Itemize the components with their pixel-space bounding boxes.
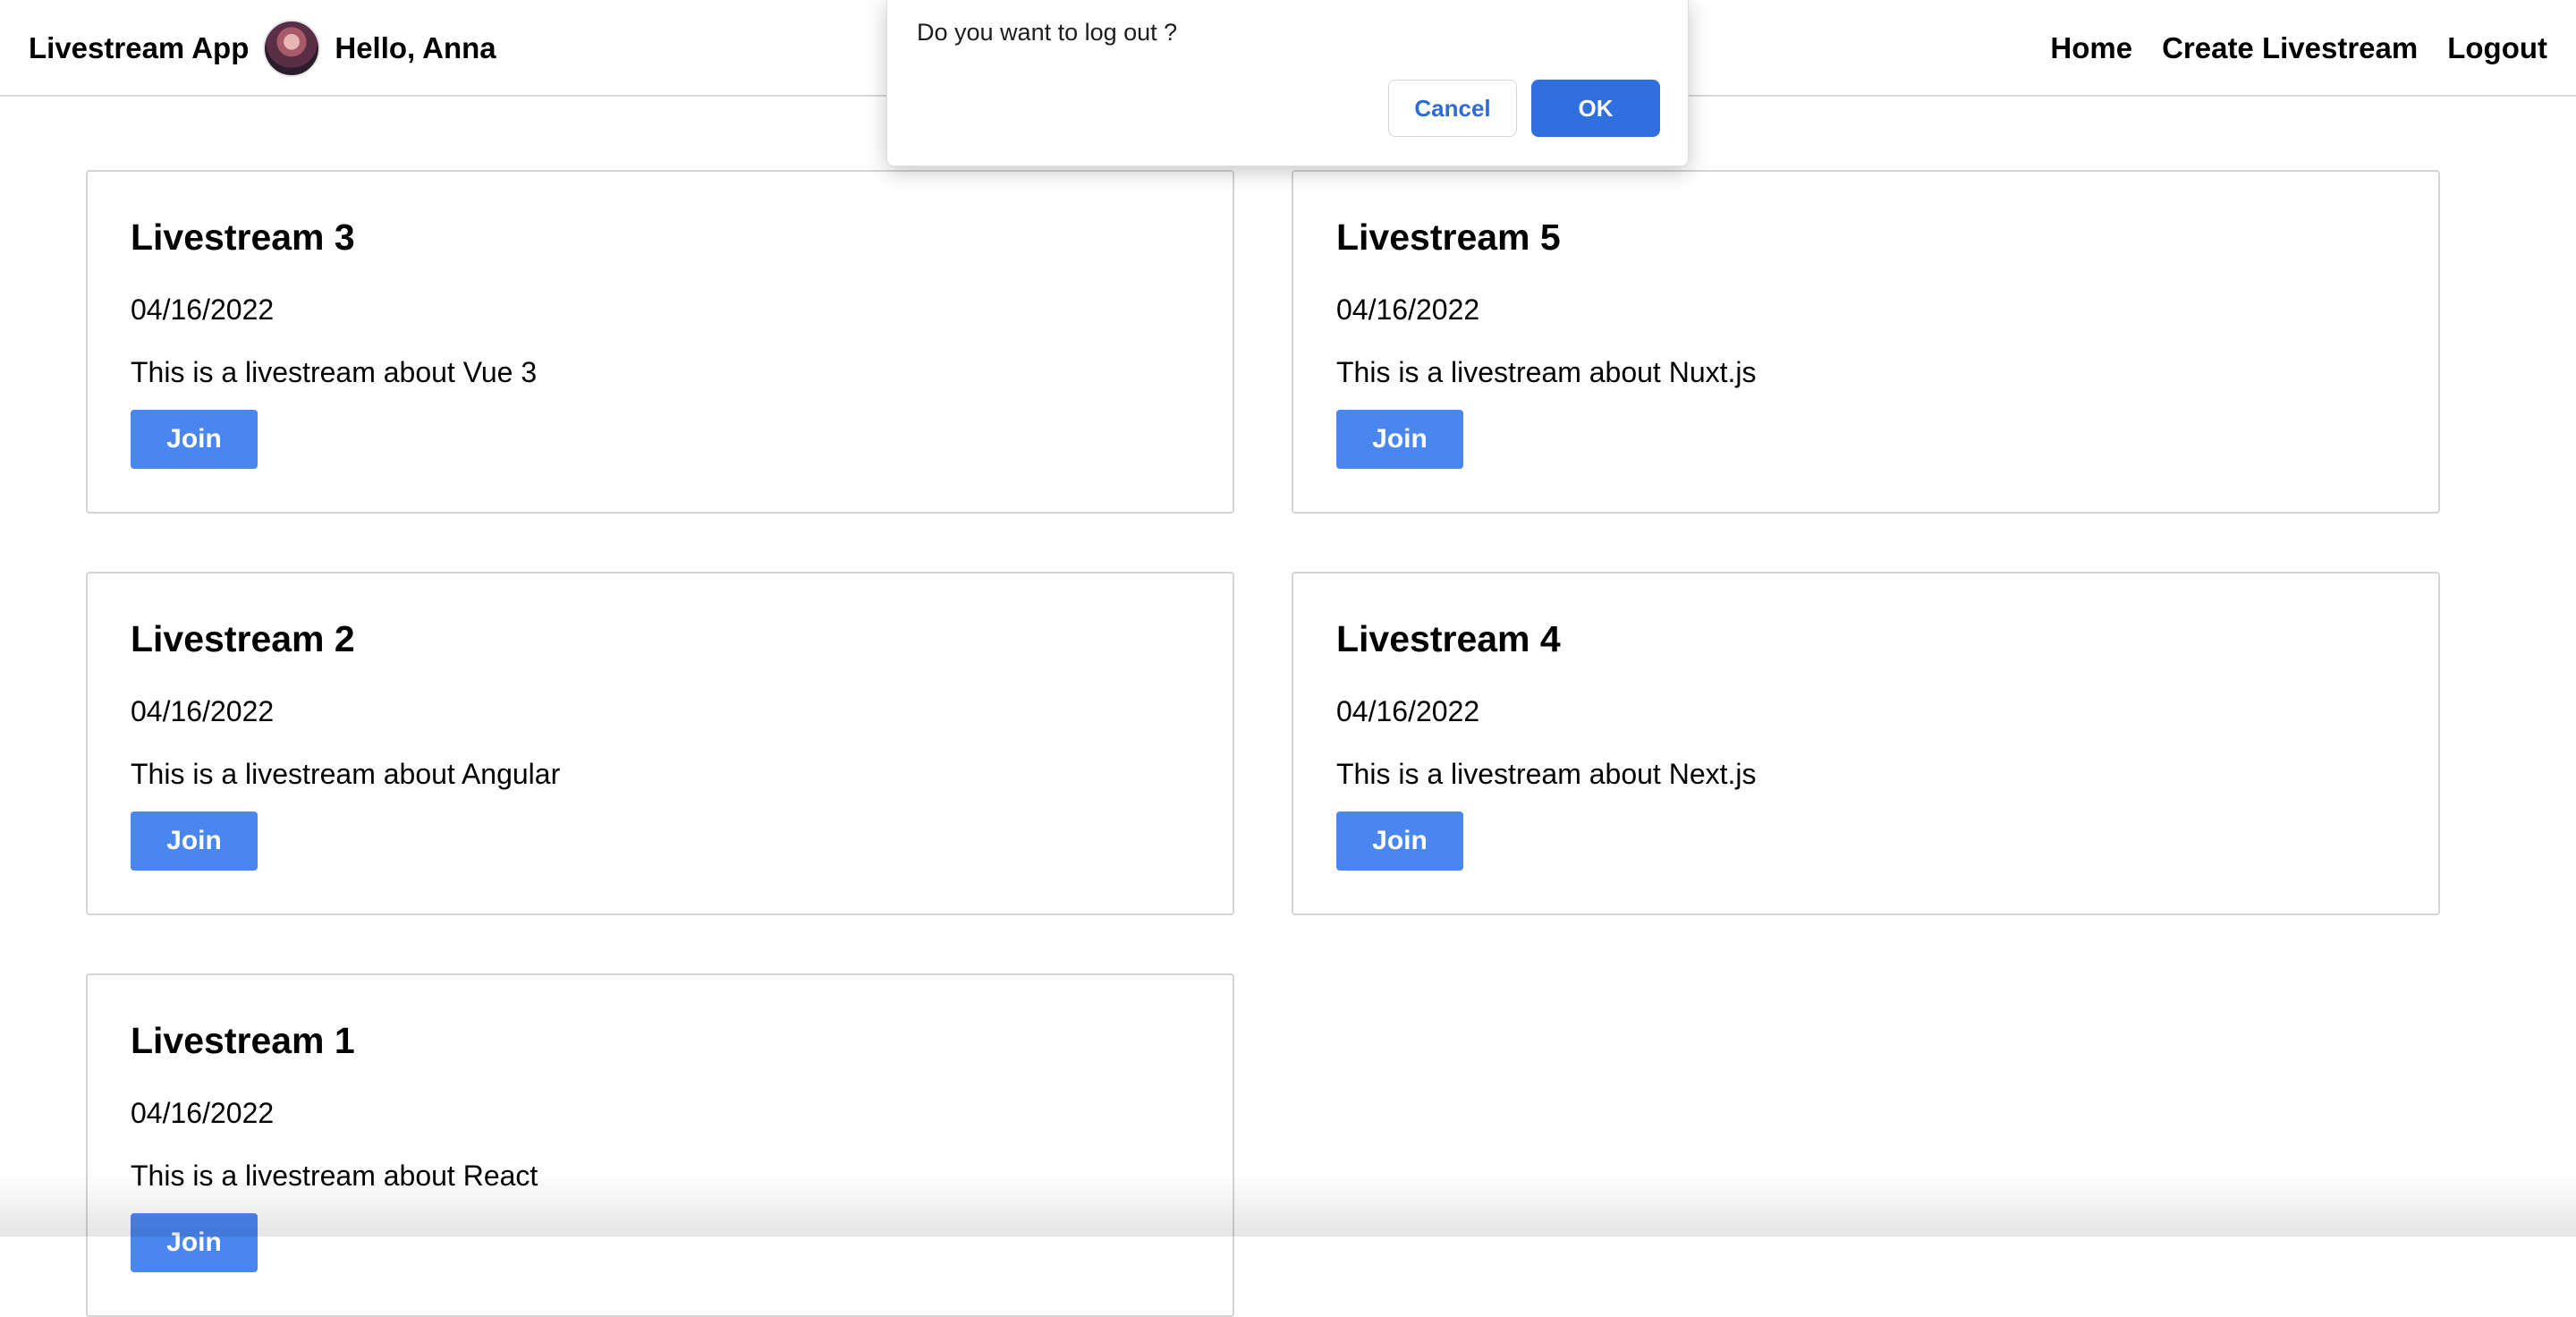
livestream-date: 04/16/2022 — [1336, 695, 1480, 727]
livestream-date: 04/16/2022 — [131, 695, 275, 727]
logout-confirm-dialog: Do you want to log out ? Cancel OK — [886, 0, 1689, 166]
livestream-card: Livestream 5 04/16/2022 This is a livest… — [1292, 170, 2440, 514]
nav-logout-link[interactable]: Logout — [2447, 31, 2547, 65]
livestream-description: This is a livestream about Vue 3 — [131, 356, 538, 388]
nav-links: Home Create Livestream Logout — [2021, 0, 2547, 97]
livestream-card: Livestream 1 04/16/2022 This is a livest… — [86, 973, 1234, 1317]
join-button[interactable]: Join — [131, 1213, 258, 1272]
livestream-date: 04/16/2022 — [1336, 293, 1480, 326]
livestream-title: Livestream 4 — [1336, 618, 1561, 659]
avatar[interactable] — [263, 20, 321, 77]
cancel-button[interactable]: Cancel — [1388, 80, 1517, 137]
livestream-description: This is a livestream about Nuxt.js — [1336, 356, 1757, 388]
livestream-description: This is a livestream about Angular — [131, 758, 561, 790]
dialog-message: Do you want to log out ? — [917, 19, 1178, 46]
brand: Livestream App Hello, Anna — [29, 0, 496, 97]
livestream-description: This is a livestream about Next.js — [1336, 758, 1757, 790]
livestream-card: Livestream 3 04/16/2022 This is a livest… — [86, 170, 1234, 514]
user-greeting: Hello, Anna — [335, 31, 496, 64]
join-button[interactable]: Join — [131, 410, 258, 469]
livestream-date: 04/16/2022 — [131, 1097, 275, 1129]
livestream-title: Livestream 2 — [131, 618, 355, 659]
livestream-title: Livestream 5 — [1336, 217, 1561, 258]
nav-home-link[interactable]: Home — [2050, 31, 2132, 65]
ok-button[interactable]: OK — [1531, 80, 1660, 137]
app-name[interactable]: Livestream App — [29, 31, 249, 65]
livestream-card: Livestream 2 04/16/2022 This is a livest… — [86, 572, 1234, 915]
join-button[interactable]: Join — [131, 811, 258, 871]
livestream-title: Livestream 3 — [131, 217, 355, 258]
livestream-card: Livestream 4 04/16/2022 This is a livest… — [1292, 572, 2440, 915]
join-button[interactable]: Join — [1336, 410, 1463, 469]
livestream-date: 04/16/2022 — [131, 293, 275, 326]
livestream-description: This is a livestream about React — [131, 1160, 538, 1192]
nav-create-livestream-link[interactable]: Create Livestream — [2162, 31, 2418, 65]
join-button[interactable]: Join — [1336, 811, 1463, 871]
livestream-title: Livestream 1 — [131, 1020, 355, 1061]
